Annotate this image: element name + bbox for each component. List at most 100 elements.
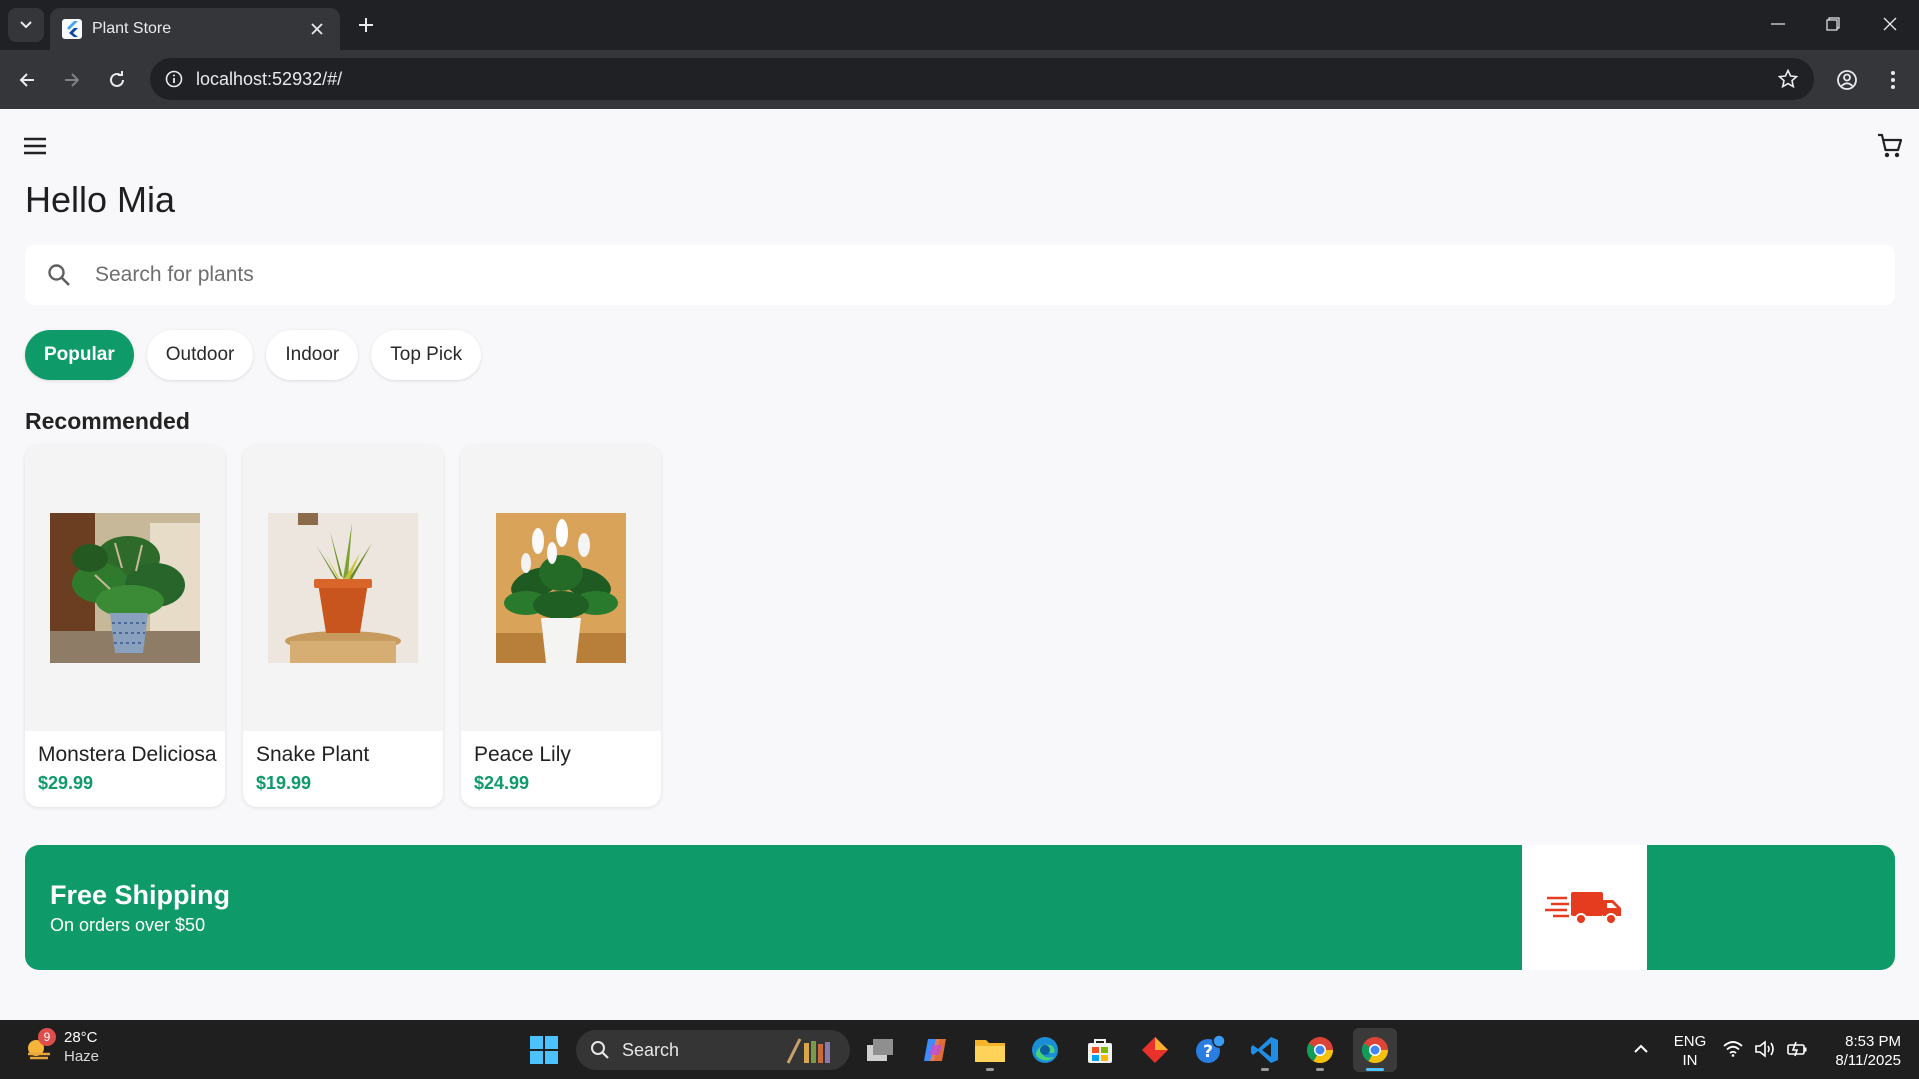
minimize-button[interactable] [1758,8,1798,40]
product-name: Peace Lily [474,743,571,766]
account-circle-icon [1837,70,1857,90]
search-input[interactable] [95,263,1875,287]
browser-menu-button[interactable] [1876,63,1910,97]
cart-button[interactable] [1873,129,1907,163]
task-view-button[interactable] [858,1028,902,1072]
banner-subtitle: On orders over $50 [50,915,206,935]
arrow-left-icon [19,73,34,87]
chrome-active-button[interactable] [1353,1028,1397,1072]
language-indicator[interactable]: ENG IN [1670,1032,1710,1070]
plant-store-app: Hello Mia Popular Outdoor Indoor Top Pic… [0,109,1919,1020]
vscode-icon [1251,1037,1278,1063]
close-window-button[interactable] [1870,8,1910,40]
battery-charging-icon[interactable] [1786,1038,1808,1060]
browser-tab-bar: Plant Store [0,0,1919,50]
vscode-button[interactable] [1243,1028,1287,1072]
restore-button[interactable] [1813,8,1853,40]
folder-icon [975,1040,1005,1062]
language-region: IN [1682,1052,1698,1069]
category-chip-indoor[interactable]: Indoor [266,330,359,380]
category-chip-top-pick[interactable]: Top Pick [371,330,482,380]
volume-icon[interactable] [1754,1038,1776,1060]
menu-button[interactable] [20,131,50,161]
product-image-container [25,445,225,731]
system-tray[interactable] [1722,1038,1808,1060]
forward-button[interactable] [56,64,88,96]
taskbar-search[interactable]: Search [576,1030,850,1070]
tab-search-button[interactable] [8,8,44,42]
close-icon [1883,17,1897,31]
svg-text:?: ? [1203,1042,1213,1062]
more-vertical-icon [1891,71,1895,89]
snake-plant-image [268,513,418,663]
chrome-icon [1361,1037,1389,1064]
file-explorer-button[interactable] [968,1028,1012,1072]
edge-browser-icon [1032,1037,1058,1063]
windows-taskbar: 9 28°C Haze Search ? ENG IN 8:53 PM 8/11… [0,1020,1919,1079]
edge-button[interactable] [1023,1028,1067,1072]
task-view-icon [867,1039,893,1061]
store-bag-icon [1088,1039,1112,1063]
new-tab-button[interactable] [352,11,380,39]
hamburger-menu-icon [24,137,46,155]
category-chip-outdoor[interactable]: Outdoor [146,330,254,380]
flutter-icon [62,19,82,39]
chrome-button[interactable] [1298,1028,1342,1072]
browser-toolbar: localhost:52932/#/ [0,50,1919,109]
peace-lily-image [496,513,626,663]
tab-close-button[interactable] [306,18,328,40]
clock[interactable]: 8:53 PM 8/11/2025 [1815,1032,1901,1070]
microsoft-store-button[interactable] [1078,1028,1122,1072]
wifi-icon[interactable] [1722,1038,1744,1060]
taskbar-search-label: Search [622,1039,680,1060]
show-hidden-icons-button[interactable] [1628,1036,1654,1062]
category-chip-popular[interactable]: Popular [25,330,134,380]
start-button[interactable] [522,1028,566,1072]
product-price: $19.99 [256,773,312,793]
copilot-button[interactable] [913,1028,957,1072]
restore-icon [1826,17,1840,31]
weather-condition: Haze [64,1048,100,1065]
browser-tab[interactable]: Plant Store [50,8,340,50]
product-price: $24.99 [474,773,530,793]
search-bar[interactable] [25,245,1895,305]
product-list: Monstera Deliciosa $29.99 Snake Plant $1… [25,445,661,807]
chevron-down-icon [20,21,32,29]
bookmark-star-button[interactable] [1774,65,1802,93]
diamond-app-icon [1142,1037,1168,1063]
category-chips: Popular Outdoor Indoor Top Pick [25,330,482,380]
recommended-heading: Recommended [25,408,190,434]
tab-title: Plant Store [92,20,172,37]
profile-button[interactable] [1830,63,1864,97]
free-shipping-banner[interactable]: Free Shipping On orders over $50 [25,845,1895,970]
help-app-button[interactable]: ? [1188,1028,1232,1072]
reload-icon [110,71,124,87]
monstera-plant-image [50,513,200,663]
close-icon [311,23,323,35]
product-card[interactable]: Monstera Deliciosa $29.99 [25,445,225,807]
clock-date: 8/11/2025 [1835,1052,1901,1069]
plus-icon [359,18,373,32]
shopping-cart-icon [1878,133,1903,158]
product-price: $29.99 [38,773,94,793]
product-name: Snake Plant [256,743,370,766]
product-image-container [461,445,661,731]
app-diamond-button[interactable] [1133,1028,1177,1072]
help-question-icon: ? [1196,1034,1226,1063]
product-image-container [243,445,443,731]
reload-button[interactable] [101,64,133,96]
language-code: ENG [1673,1033,1707,1050]
delivery-truck-icon [1522,845,1647,970]
weather-sun-icon: 9 [22,1028,56,1064]
arrow-right-icon [65,73,80,87]
product-card[interactable]: Peace Lily $24.99 [461,445,661,807]
product-card[interactable]: Snake Plant $19.99 [243,445,443,807]
back-button[interactable] [11,64,43,96]
site-info-icon[interactable] [162,67,186,91]
product-name: Monstera Deliciosa [38,743,217,766]
chevron-up-icon [1634,1044,1648,1053]
weather-badge: 9 [38,1028,56,1046]
copilot-icon [924,1039,946,1061]
weather-widget[interactable]: 9 28°C Haze [22,1028,99,1066]
address-bar[interactable]: localhost:52932/#/ [150,58,1814,100]
